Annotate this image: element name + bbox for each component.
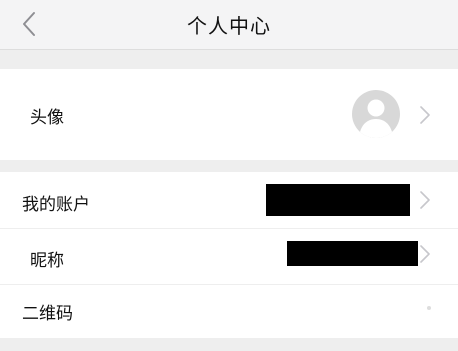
- chevron-right-icon: [420, 191, 430, 209]
- account-label: 我的账户: [22, 195, 90, 215]
- account-row[interactable]: 我的账户: [0, 172, 458, 228]
- page-title: 个人中心: [187, 14, 271, 38]
- qrcode-icon: [427, 306, 431, 310]
- chevron-right-icon: [420, 106, 430, 124]
- nickname-row[interactable]: 昵称: [0, 229, 458, 284]
- nav-bar: 个人中心: [0, 0, 458, 50]
- chevron-right-icon: [420, 245, 430, 263]
- bottom-spacer: [0, 338, 458, 351]
- nickname-label: 昵称: [30, 251, 64, 271]
- qrcode-label: 二维码: [22, 304, 73, 324]
- avatar[interactable]: [352, 90, 400, 138]
- account-value-redacted: [266, 184, 410, 216]
- avatar-placeholder-icon: [359, 99, 393, 138]
- qrcode-row[interactable]: 二维码: [0, 285, 458, 338]
- nickname-value-redacted: [287, 241, 418, 266]
- avatar-label: 头像: [30, 108, 64, 128]
